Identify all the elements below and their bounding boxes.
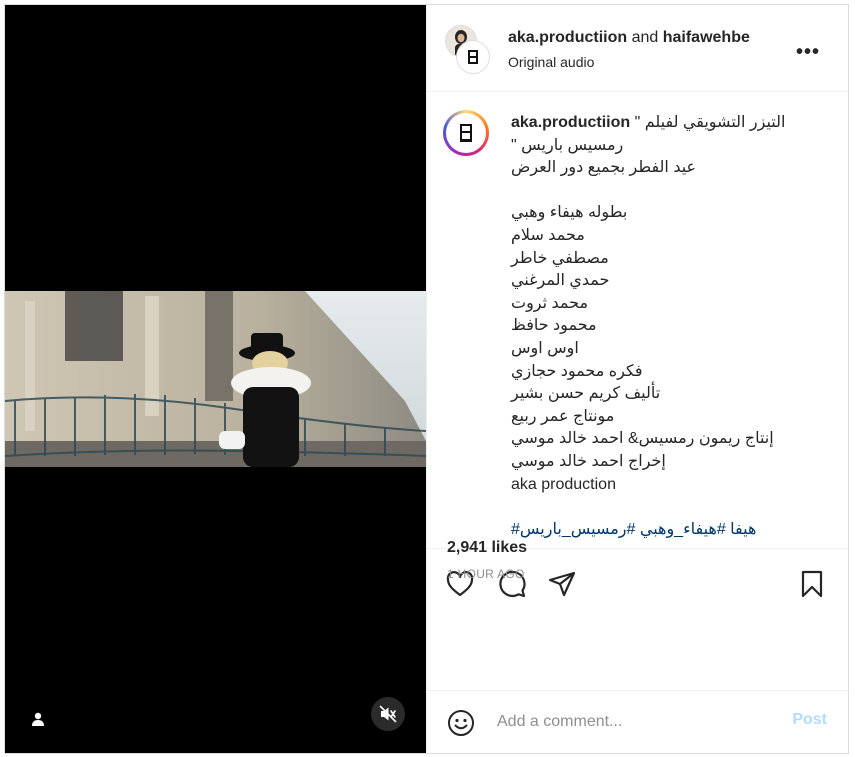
post-card: aka.productiion and haifawehbe Original … xyxy=(4,4,849,754)
share-button[interactable] xyxy=(547,569,577,599)
comment-input[interactable] xyxy=(495,707,769,737)
video-frame[interactable] xyxy=(5,291,426,467)
video-still-image xyxy=(5,291,426,467)
like-count[interactable]: 2,941 likes xyxy=(447,539,527,557)
author-link[interactable]: aka.productiion xyxy=(508,29,627,46)
caption-line: إنتاج ريمون رمسيس& احمد خالد موسي xyxy=(511,430,774,448)
caption-line: مصطفي خاطر xyxy=(511,249,609,267)
save-button[interactable] xyxy=(797,569,827,599)
caption-line: إخراج احمد خالد موسي xyxy=(511,452,666,470)
caption-line: محمود حافظ xyxy=(511,317,597,335)
header-accounts: aka.productiion and haifawehbe xyxy=(508,29,750,47)
send-icon xyxy=(548,571,576,597)
caption-line: محمد ثروت xyxy=(511,294,589,312)
video-player[interactable] xyxy=(5,5,426,753)
audio-link[interactable]: Original audio xyxy=(508,54,750,70)
caption-line: محمد سلام xyxy=(511,226,585,244)
caption-line: عيد الفطر بجميع دور العرض xyxy=(511,159,697,177)
bookmark-icon xyxy=(801,570,823,598)
caption-area: aka.productiion " التيزر التشويقي لفيلم … xyxy=(427,92,848,549)
caption-line: مونتاج عمر ربيع xyxy=(511,407,615,425)
caption-line: aka production xyxy=(511,475,616,493)
caption-username[interactable]: aka.productiion xyxy=(511,114,630,131)
person-icon[interactable] xyxy=(27,708,49,730)
caption-avatar[interactable] xyxy=(443,110,489,156)
caption-line: فكره محمود حجازي xyxy=(511,362,643,380)
collaborator-link[interactable]: haifawehbe xyxy=(663,29,750,46)
emoji-icon[interactable] xyxy=(447,709,475,737)
collab-avatars[interactable] xyxy=(445,25,489,73)
caption-line: اوس اوس xyxy=(511,339,579,357)
avatar[interactable] xyxy=(457,41,489,73)
post-comment-button[interactable]: Post xyxy=(792,711,827,729)
caption-line xyxy=(511,180,831,203)
caption-text: aka.productiion " التيزر التشويقي لفيلم … xyxy=(511,112,831,541)
caption-line: تأليف كريم حسن بشير xyxy=(511,385,661,403)
caption-line: حمدي المرغني xyxy=(511,272,610,290)
post-details-panel: aka.productiion and haifawehbe Original … xyxy=(426,5,849,753)
post-timestamp[interactable]: 1 HOUR AGO xyxy=(447,567,525,581)
post-header: aka.productiion and haifawehbe Original … xyxy=(427,5,848,92)
mute-button[interactable] xyxy=(371,697,405,731)
caption-line xyxy=(511,496,831,519)
caption-hashtags[interactable]: #هيفا #هيفاء_وهبي #رمسيس_باريس xyxy=(511,519,831,542)
more-horizontal-icon[interactable]: ••• xyxy=(796,41,820,64)
caption-line: " التيزر التشويقي لفيلم xyxy=(634,114,786,131)
caption-line: بطوله هيفاء وهبي xyxy=(511,204,628,222)
action-bar xyxy=(427,549,848,613)
caption-line: " رمسيس باريس xyxy=(511,136,624,154)
page: aka.productiion and haifawehbe Original … xyxy=(0,0,855,757)
header-text: aka.productiion and haifawehbe Original … xyxy=(508,29,750,70)
connector-text: and xyxy=(631,29,659,46)
comment-bar: Post xyxy=(427,690,849,753)
avatar xyxy=(446,113,486,153)
muted-speaker-icon xyxy=(379,705,397,723)
